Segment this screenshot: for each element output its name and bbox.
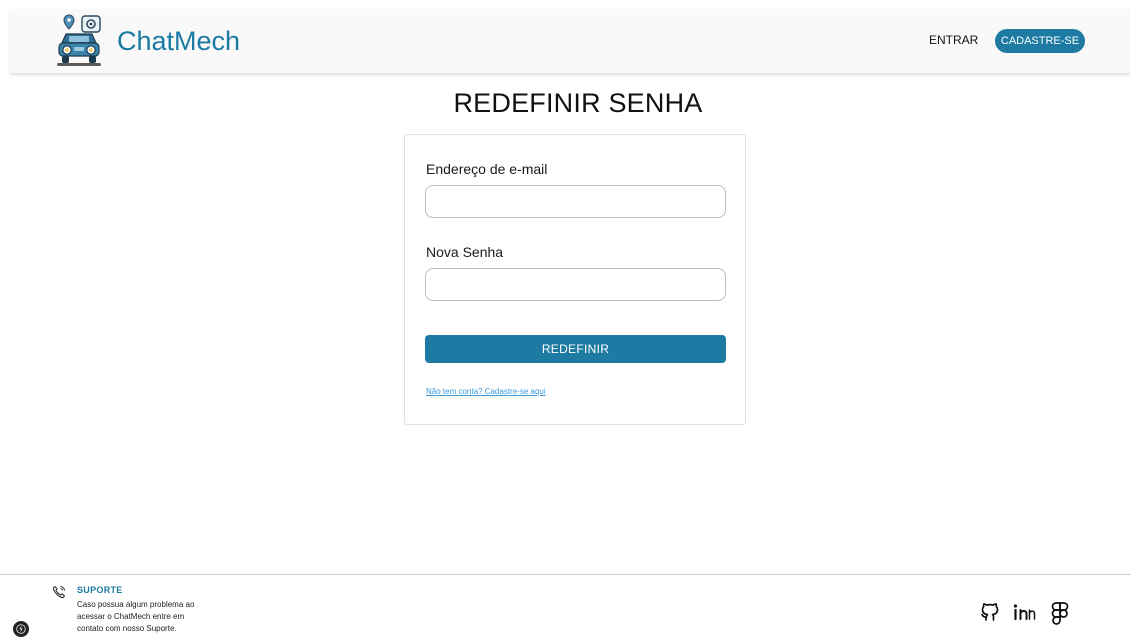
brand-logo[interactable]: ChatMech xyxy=(55,13,240,69)
reset-submit-button[interactable]: REDEFINIR xyxy=(425,335,726,363)
email-field[interactable] xyxy=(425,185,726,218)
figma-icon[interactable] xyxy=(1049,601,1071,625)
footer-divider xyxy=(0,574,1131,575)
support-line: Caso possua algum problema ao xyxy=(77,600,195,609)
brand-name: ChatMech xyxy=(117,25,241,56)
nav-login-link[interactable]: ENTRAR xyxy=(929,33,978,47)
bolt-badge-button[interactable] xyxy=(13,621,29,637)
page: ChatMech ENTRAR CADASTRE-SE REDEFINIR SE… xyxy=(0,0,1131,641)
bolt-icon xyxy=(16,624,26,634)
header-bar: ChatMech ENTRAR CADASTRE-SE xyxy=(10,9,1131,73)
reset-password-form: Endereço de e-mail Nova Senha REDEFINIR … xyxy=(404,134,746,425)
new-password-label: Nova Senha xyxy=(426,244,504,260)
page-title: REDEFINIR SENHA xyxy=(453,88,703,118)
github-icon[interactable] xyxy=(979,601,1001,623)
car-gear-logo-icon xyxy=(57,14,101,66)
new-password-field[interactable] xyxy=(425,268,726,301)
support-line: acessar o ChatMech entre em xyxy=(77,612,185,621)
support-title: SUPORTE xyxy=(77,585,123,595)
nav-signup-button[interactable]: CADASTRE-SE xyxy=(995,29,1085,53)
email-label: Endereço de e-mail xyxy=(426,161,548,177)
support-line: contato com nosso Suporte. xyxy=(77,624,177,633)
support-description: Caso possua algum problema ao acessar o … xyxy=(77,599,237,635)
linkedin-icon[interactable] xyxy=(1012,601,1038,623)
phone-icon xyxy=(52,585,65,599)
signup-link[interactable]: Não tem conta? Cadastre-se aqui xyxy=(426,387,546,396)
